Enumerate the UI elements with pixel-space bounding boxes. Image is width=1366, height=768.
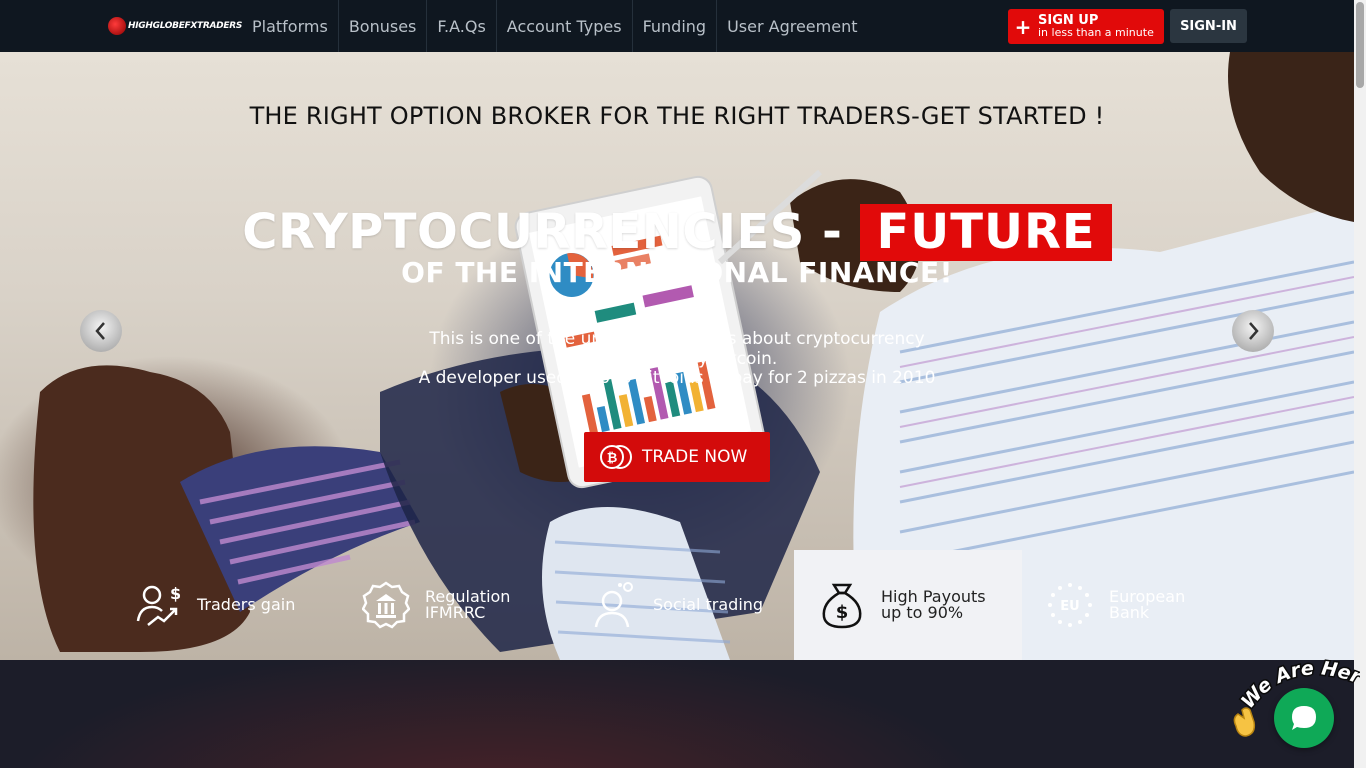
waving-hand-icon xyxy=(1233,707,1256,737)
nav-link-faqs[interactable]: F.A.Qs xyxy=(427,0,497,52)
carousel-prev-button[interactable] xyxy=(80,310,122,352)
chevron-right-icon xyxy=(1249,322,1259,340)
social-trading-icon xyxy=(594,582,633,628)
top-navbar: HIGHGLOBEFXTRADERS Platforms Bonuses F.A… xyxy=(0,0,1354,52)
chevron-left-icon xyxy=(95,322,105,340)
feature-traders-gain[interactable]: $ Traders gain xyxy=(110,550,338,660)
sign-up-subtitle: in less than a minute xyxy=(1038,26,1154,39)
nav-link-user-agreement[interactable]: User Agreement xyxy=(717,0,867,52)
money-bag-icon: $ xyxy=(822,583,862,629)
sign-in-button[interactable]: SIGN-IN xyxy=(1170,9,1247,43)
chat-bubble-icon xyxy=(1292,706,1316,730)
feature-social-trading[interactable]: Social trading xyxy=(566,550,794,660)
description-line: and specifically Bitcoin. xyxy=(576,348,778,369)
bank-building-icon xyxy=(362,581,410,629)
description-line: This is one of the unbelievable facts ab… xyxy=(429,329,925,349)
plus-icon: + xyxy=(1014,14,1032,39)
nav-link-platforms[interactable]: Platforms xyxy=(242,0,339,52)
feature-label: Social trading xyxy=(653,595,764,614)
next-section-background xyxy=(0,660,1354,768)
bitcoin-coins-icon: ₿ xyxy=(600,445,632,469)
feature-label: European Bank xyxy=(1109,587,1186,622)
feature-label: Traders gain xyxy=(197,595,296,614)
description-line: A developer used 10,000 bitcoins to pay … xyxy=(418,368,936,388)
nav-link-bonuses[interactable]: Bonuses xyxy=(339,0,428,52)
hero-carousel: THE RIGHT OPTION BROKER FOR THE RIGHT TR… xyxy=(0,52,1354,660)
hero-headline: CRYPTOCURRENCIES - FUTURE xyxy=(0,202,1354,262)
carousel-next-button[interactable] xyxy=(1232,310,1274,352)
feature-regulation[interactable]: Regulation IFMRRC xyxy=(338,550,566,660)
main-nav: Platforms Bonuses F.A.Qs Account Types F… xyxy=(242,0,868,52)
nav-link-funding[interactable]: Funding xyxy=(633,0,718,52)
feature-label: High Payouts up to 90% xyxy=(881,587,986,622)
svg-text:$: $ xyxy=(170,584,181,603)
nav-link-account-types[interactable]: Account Types xyxy=(497,0,633,52)
trade-now-button[interactable]: ₿ TRADE NOW xyxy=(584,432,770,482)
feature-high-payouts[interactable]: $ High Payouts up to 90% xyxy=(794,550,1022,660)
trade-now-label: TRADE NOW xyxy=(642,447,748,467)
svg-text:₿: ₿ xyxy=(607,451,618,466)
headline-highlight: FUTURE xyxy=(860,203,1112,261)
live-chat-button[interactable] xyxy=(1274,688,1334,748)
eu-stars-icon: EU xyxy=(1048,583,1092,627)
feature-label: Regulation IFMRRC xyxy=(425,587,511,622)
hero-subheadline: OF THE INTERNATIONAL FINANCE! xyxy=(401,256,953,289)
logo-icon xyxy=(108,17,126,35)
svg-text:EU: EU xyxy=(1060,599,1079,614)
headline-main: CRYPTOCURRENCIES - xyxy=(242,204,843,260)
traders-gain-icon: $ xyxy=(136,584,181,626)
svg-text:$: $ xyxy=(836,602,849,623)
logo-text: HIGHGLOBEFXTRADERS xyxy=(128,20,243,31)
feature-european-bank[interactable]: EU European Bank xyxy=(1022,550,1250,660)
scrollbar-thumb[interactable] xyxy=(1356,2,1364,88)
feature-tabs: $ Traders gain Regulation IFMRRC Social … xyxy=(110,550,1250,660)
sign-up-button[interactable]: + SIGN UP in less than a minute xyxy=(1008,9,1164,44)
hero-description: This is one of the unbelievable facts ab… xyxy=(0,329,1354,389)
hero-heading: THE RIGHT OPTION BROKER FOR THE RIGHT TR… xyxy=(249,102,1105,130)
site-logo[interactable]: HIGHGLOBEFXTRADERS xyxy=(108,15,242,37)
